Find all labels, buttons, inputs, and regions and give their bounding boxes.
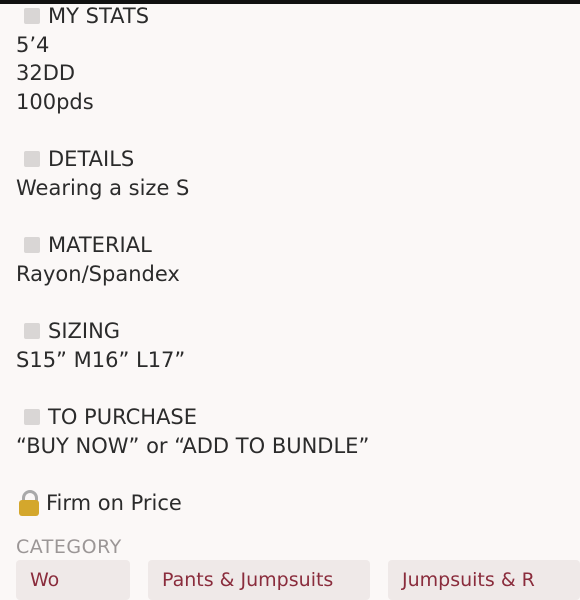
category-chip-jumpsuits-rompers[interactable]: Jumpsuits & R xyxy=(388,560,580,600)
purchase-text: “BUY NOW” or “ADD TO BUNDLE” xyxy=(16,434,370,458)
square-bullet-icon xyxy=(24,409,40,425)
lock-icon xyxy=(18,489,40,517)
sizing-heading-label: SIZING xyxy=(48,319,121,343)
square-bullet-icon xyxy=(24,323,40,339)
purchase-heading-label: TO PURCHASE xyxy=(48,405,198,429)
details-text: Wearing a size S xyxy=(16,176,190,200)
material-heading: MATERIAL xyxy=(16,231,152,259)
stats-heading: MY STATS xyxy=(16,2,149,30)
category-chip-label: Wo xyxy=(30,569,60,591)
category-chip-pants-jumpsuits[interactable]: Pants & Jumpsuits xyxy=(148,560,370,600)
stat-height: 5’4 xyxy=(16,33,50,57)
price-note: Firm on Price xyxy=(16,489,182,517)
category-label: CATEGORY xyxy=(16,536,122,558)
category-chip-label: Jumpsuits & R xyxy=(402,569,535,591)
purchase-heading: TO PURCHASE xyxy=(16,403,197,431)
details-heading: DETAILS xyxy=(16,145,134,173)
stat-bust: 32DD xyxy=(16,61,76,85)
sizing-text: S15” M16” L17” xyxy=(16,348,186,372)
square-bullet-icon xyxy=(24,151,40,167)
stat-weight: 100pds xyxy=(16,90,94,114)
sizing-heading: SIZING xyxy=(16,317,120,345)
square-bullet-icon xyxy=(24,8,40,24)
stats-heading-label: MY STATS xyxy=(48,4,150,28)
material-heading-label: MATERIAL xyxy=(48,233,152,257)
square-bullet-icon xyxy=(24,237,40,253)
details-heading-label: DETAILS xyxy=(48,147,135,171)
category-chip-label: Pants & Jumpsuits xyxy=(162,569,334,591)
category-chip-women[interactable]: Wo xyxy=(16,560,130,600)
material-text: Rayon/Spandex xyxy=(16,262,180,286)
price-note-label: Firm on Price xyxy=(46,491,182,515)
